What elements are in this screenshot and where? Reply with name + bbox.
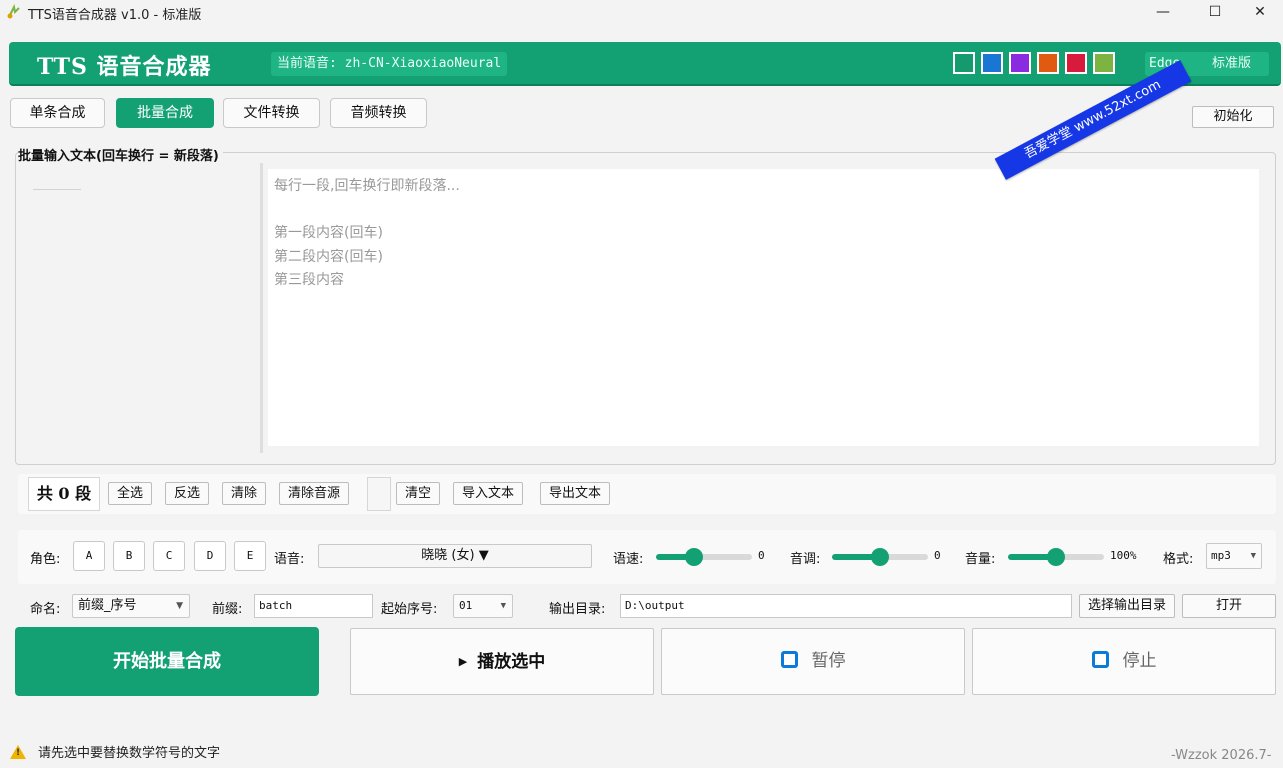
pause-button[interactable]: 暂停	[661, 628, 965, 695]
import-text-button[interactable]: 导入文本	[453, 482, 524, 505]
format-label: 格式:	[1163, 552, 1194, 567]
role-b-button[interactable]: B	[113, 541, 145, 571]
voice-label: 语音:	[274, 552, 305, 567]
status-message: ! 请先选中要替换数学符号的文字	[10, 742, 220, 761]
clear-button[interactable]: 清除	[222, 482, 267, 505]
start-index-value: 01	[459, 599, 473, 612]
format-select[interactable]: mp3 ▼	[1206, 543, 1262, 569]
app-brand: TTS 语音合成器	[37, 54, 212, 80]
status-text: 请先选中要替换数学符号的文字	[38, 746, 221, 761]
theme-swatch-blue[interactable]	[981, 52, 1003, 74]
initialize-button[interactable]: 初始化	[1192, 106, 1274, 128]
rate-slider[interactable]	[656, 548, 752, 566]
warning-icon: !	[10, 745, 26, 759]
choose-output-button[interactable]: 选择输出目录	[1079, 594, 1175, 618]
naming-label: 命名:	[30, 602, 61, 617]
minimize-button[interactable]: —	[1140, 0, 1186, 24]
batch-text-input[interactable]	[268, 169, 1259, 446]
start-index-select[interactable]: 01 ▼	[453, 594, 513, 618]
volume-slider[interactable]	[1008, 548, 1104, 566]
tab-file[interactable]: 文件转换	[223, 98, 320, 128]
chevron-down-icon: ▼	[500, 601, 506, 611]
segment-count: 共 0 段	[28, 477, 100, 511]
theme-swatch-purple[interactable]	[1009, 52, 1031, 74]
chevron-down-icon: ▼	[1250, 551, 1256, 561]
role-a-button[interactable]: A	[73, 541, 105, 571]
app-logo-icon	[7, 4, 20, 19]
close-button[interactable]: ✕	[1237, 0, 1283, 24]
role-c-button[interactable]: C	[153, 541, 185, 571]
invert-selection-button[interactable]: 反选	[165, 482, 210, 505]
pane-splitter[interactable]	[260, 163, 263, 453]
play-selected-button[interactable]: ▶ 播放选中	[350, 628, 654, 695]
chevron-down-icon: ▼	[176, 601, 183, 611]
tab-single[interactable]: 单条合成	[10, 98, 105, 128]
voice-select[interactable]: 晓晓 (女) ▼	[318, 544, 592, 568]
start-batch-button[interactable]: 开始批量合成	[15, 627, 319, 696]
role-d-button[interactable]: D	[194, 541, 226, 571]
batch-section-label: 批量输入文本(回车换行 = 新段落)	[18, 145, 223, 164]
maximize-icon: ☐	[1208, 4, 1222, 20]
stop-icon	[1091, 651, 1109, 668]
naming-select[interactable]: 前缀_序号 ▼	[72, 594, 190, 618]
edition-label: 标准版	[1212, 56, 1252, 71]
pitch-value: 0	[934, 549, 941, 562]
output-dir-input[interactable]: D:\output	[620, 594, 1072, 618]
header-banner: TTS 语音合成器 当前语音: zh-CN-XiaoxiaoNeural Edg…	[9, 42, 1281, 86]
title-bar: TTS语音合成器 v1.0 - 标准版 — ☐ ✕	[0, 0, 1283, 26]
window-title: TTS语音合成器 v1.0 - 标准版	[28, 8, 202, 23]
theme-swatch-green[interactable]	[953, 52, 975, 74]
theme-swatch-orange[interactable]	[1037, 52, 1059, 74]
start-index-label: 起始序号:	[381, 602, 438, 617]
current-voice-label: 当前语音: zh-CN-XiaoxiaoNeural	[271, 52, 508, 76]
pause-icon	[780, 651, 798, 668]
segment-list[interactable]	[17, 163, 260, 453]
role-label: 角色:	[30, 552, 61, 567]
play-icon: ▶	[458, 655, 468, 668]
pitch-slider[interactable]	[832, 548, 928, 566]
export-text-button[interactable]: 导出文本	[540, 482, 611, 505]
open-folder-button[interactable]: 打开	[1182, 594, 1276, 618]
prefix-input[interactable]: batch	[254, 594, 373, 618]
naming-value: 前缀_序号	[78, 598, 137, 613]
pitch-label: 音调:	[790, 552, 821, 567]
format-value: mp3	[1211, 549, 1231, 562]
segment-list-divider	[33, 189, 81, 190]
output-dir-label: 输出目录:	[549, 602, 606, 617]
tab-audio[interactable]: 音频转换	[330, 98, 427, 128]
prefix-label: 前缀:	[212, 602, 243, 617]
tab-batch[interactable]: 批量合成	[116, 98, 214, 128]
author-signature: -Wzzok 2026.7-	[1171, 748, 1272, 763]
maximize-button[interactable]: ☐	[1192, 0, 1238, 24]
minimize-icon: —	[1156, 4, 1170, 20]
pitch-slider-thumb[interactable]	[871, 548, 889, 566]
toolbar-separator	[367, 477, 391, 511]
empty-button[interactable]: 清空	[396, 482, 441, 505]
volume-value: 100%	[1110, 549, 1137, 562]
role-e-button[interactable]: E	[234, 541, 266, 571]
close-icon: ✕	[1254, 4, 1266, 20]
theme-swatch-lime[interactable]	[1093, 52, 1115, 74]
play-selected-label: 播放选中	[477, 652, 546, 672]
volume-label: 音量:	[965, 552, 996, 567]
stop-button[interactable]: 停止	[972, 628, 1276, 695]
theme-swatch-red[interactable]	[1065, 52, 1087, 74]
volume-slider-thumb[interactable]	[1047, 548, 1065, 566]
rate-value: 0	[758, 549, 765, 562]
clear-audio-button[interactable]: 清除音源	[279, 482, 350, 505]
select-all-button[interactable]: 全选	[108, 482, 153, 505]
rate-label: 语速:	[613, 552, 644, 567]
pause-label: 暂停	[811, 651, 846, 671]
stop-label: 停止	[1122, 651, 1157, 671]
